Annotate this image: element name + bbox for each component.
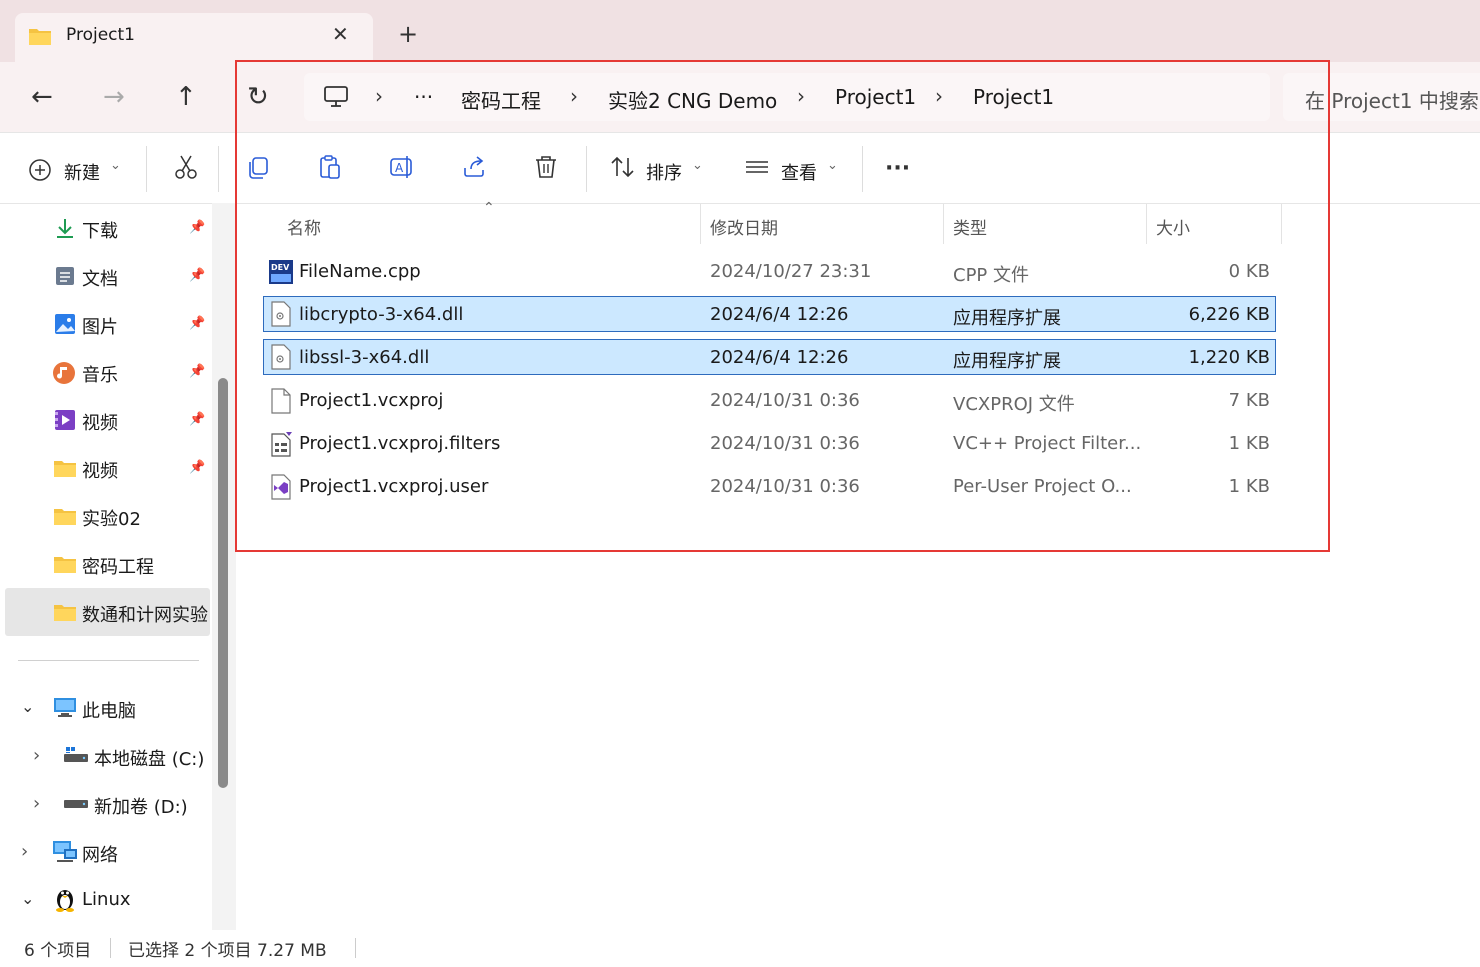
drive-c-icon bbox=[64, 747, 88, 762]
toolbar-divider bbox=[218, 146, 219, 192]
drive-d-icon bbox=[64, 800, 88, 808]
pin-icon[interactable]: 📌 bbox=[189, 412, 205, 427]
folder-icon bbox=[29, 29, 51, 45]
toolbar-divider bbox=[146, 146, 147, 192]
chevron-right-icon[interactable]: › bbox=[33, 793, 40, 814]
folder-icon bbox=[54, 509, 76, 525]
sidebar-item-pictures[interactable]: 图片 bbox=[82, 313, 118, 339]
chevron-down-icon: ⌄ bbox=[110, 158, 121, 173]
highlight-annotation-box bbox=[235, 60, 1330, 552]
cut-icon[interactable] bbox=[173, 154, 199, 180]
sidebar-item-drive-c[interactable]: 本地磁盘 (C:) bbox=[94, 745, 204, 771]
forward-button[interactable]: → bbox=[103, 84, 125, 110]
search-placeholder[interactable]: 在 Project1 中搜索 bbox=[1305, 85, 1479, 114]
folder-icon bbox=[54, 605, 76, 621]
sidebar-item-videos[interactable]: 视频 bbox=[82, 409, 118, 435]
status-item-count: 6 个项目 bbox=[24, 941, 92, 961]
this-pc-icon bbox=[54, 698, 76, 717]
up-button[interactable]: ↑ bbox=[175, 84, 197, 110]
new-button[interactable]: 新建 bbox=[64, 159, 100, 185]
pin-icon[interactable]: 📌 bbox=[189, 268, 205, 283]
status-divider bbox=[110, 938, 111, 958]
pin-icon[interactable]: 📌 bbox=[189, 364, 205, 379]
pin-icon[interactable]: 📌 bbox=[189, 220, 205, 235]
back-button[interactable]: ← bbox=[31, 84, 53, 110]
pin-icon[interactable]: 📌 bbox=[189, 316, 205, 331]
sidebar-item-this-pc[interactable]: 此电脑 bbox=[82, 697, 136, 723]
network-icon bbox=[53, 841, 77, 862]
chevron-right-icon[interactable]: › bbox=[21, 841, 28, 862]
new-tab-button[interactable]: + bbox=[398, 22, 418, 46]
folder-icon bbox=[54, 461, 76, 477]
download-icon bbox=[57, 219, 73, 238]
video-icon bbox=[55, 410, 75, 430]
sidebar-item-drive-d[interactable]: 新加卷 (D:) bbox=[94, 793, 188, 819]
sidebar-item-downloads[interactable]: 下载 bbox=[82, 217, 118, 243]
sidebar-item-music[interactable]: 音乐 bbox=[82, 361, 118, 387]
linux-tux-icon bbox=[56, 890, 74, 912]
sidebar-item-lab02[interactable]: 实验02 bbox=[82, 505, 141, 531]
sidebar-item-documents[interactable]: 文档 bbox=[82, 265, 118, 291]
plus-circle-icon[interactable] bbox=[28, 158, 52, 182]
pictures-icon bbox=[55, 314, 75, 334]
sidebar-item-linux[interactable]: Linux bbox=[82, 889, 131, 910]
sidebar-scrollbar[interactable] bbox=[218, 378, 228, 788]
music-icon bbox=[53, 362, 75, 384]
pin-icon[interactable]: 📌 bbox=[189, 460, 205, 475]
sidebar-item-network[interactable]: 网络 bbox=[82, 841, 118, 867]
folder-icon bbox=[54, 557, 76, 573]
sidebar-item-videos-folder[interactable]: 视频 bbox=[82, 457, 118, 483]
chevron-down-icon[interactable]: ⌄ bbox=[21, 697, 34, 716]
sidebar-divider bbox=[18, 660, 199, 661]
tab-title: Project1 bbox=[66, 25, 135, 45]
document-icon bbox=[56, 267, 74, 285]
status-divider bbox=[355, 938, 356, 958]
chevron-right-icon[interactable]: › bbox=[33, 745, 40, 766]
sidebar-item-network-lab[interactable]: 数通和计网实验 bbox=[82, 601, 208, 627]
chevron-down-icon[interactable]: ⌄ bbox=[21, 889, 34, 908]
sidebar-item-crypto-engineering[interactable]: 密码工程 bbox=[82, 553, 154, 579]
status-selection: 已选择 2 个项目 7.27 MB bbox=[128, 941, 327, 961]
tab-close-button[interactable]: ✕ bbox=[332, 22, 349, 46]
